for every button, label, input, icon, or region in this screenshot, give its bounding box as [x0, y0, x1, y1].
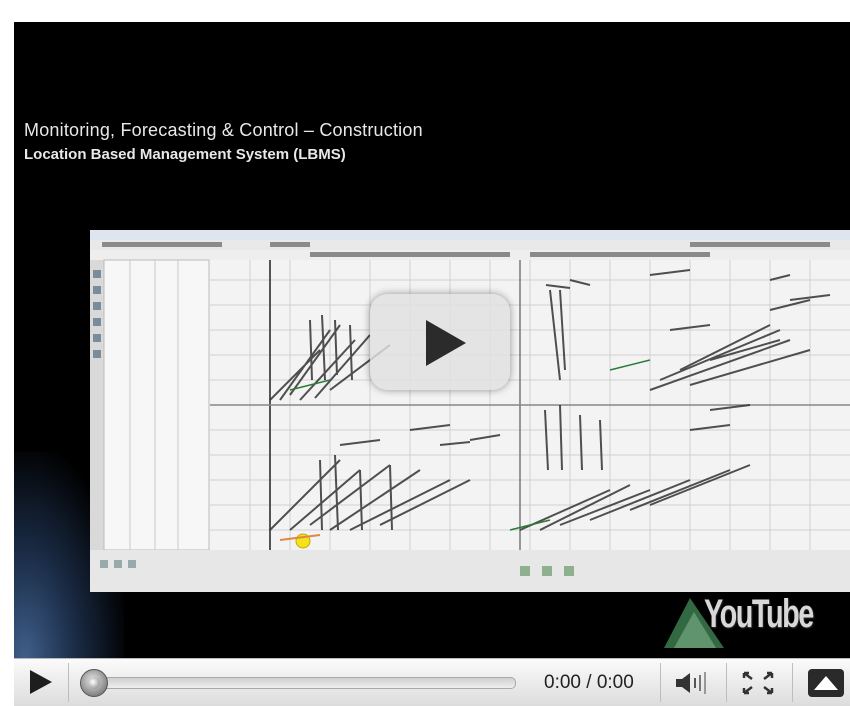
play-button[interactable] — [20, 667, 60, 697]
progress-handle[interactable] — [80, 669, 108, 697]
volume-icon — [676, 672, 706, 694]
progress-handle-center — [88, 677, 100, 689]
video-player: Monitoring, Forecasting & Control – Cons… — [14, 22, 850, 706]
video-title: Monitoring, Forecasting & Control – Cons… — [24, 120, 423, 140]
menu-up-icon — [808, 669, 844, 697]
player-controls: 0:00 / 0:00 — [14, 658, 850, 706]
progress-bar[interactable] — [80, 669, 520, 697]
menu-button[interactable] — [802, 665, 850, 701]
big-play-button[interactable] — [370, 294, 510, 390]
divider — [726, 663, 727, 702]
embedded-software-screenshot — [90, 230, 850, 592]
play-icon — [30, 670, 52, 694]
fullscreen-icon — [742, 671, 774, 695]
fullscreen-button[interactable] — [736, 667, 780, 699]
big-play-icon — [426, 320, 466, 366]
video-frame[interactable]: Monitoring, Forecasting & Control – Cons… — [14, 22, 850, 658]
volume-button[interactable] — [670, 669, 714, 697]
video-subtitle: Location Based Management System (LBMS) — [24, 146, 346, 163]
progress-track[interactable] — [94, 677, 516, 689]
time-display: 0:00 / 0:00 — [544, 672, 634, 693]
divider — [792, 663, 793, 702]
youtube-logo[interactable]: YouTube — [664, 590, 850, 650]
youtube-logo-text: YouTube — [704, 592, 814, 636]
divider — [68, 663, 69, 702]
divider — [660, 663, 661, 702]
